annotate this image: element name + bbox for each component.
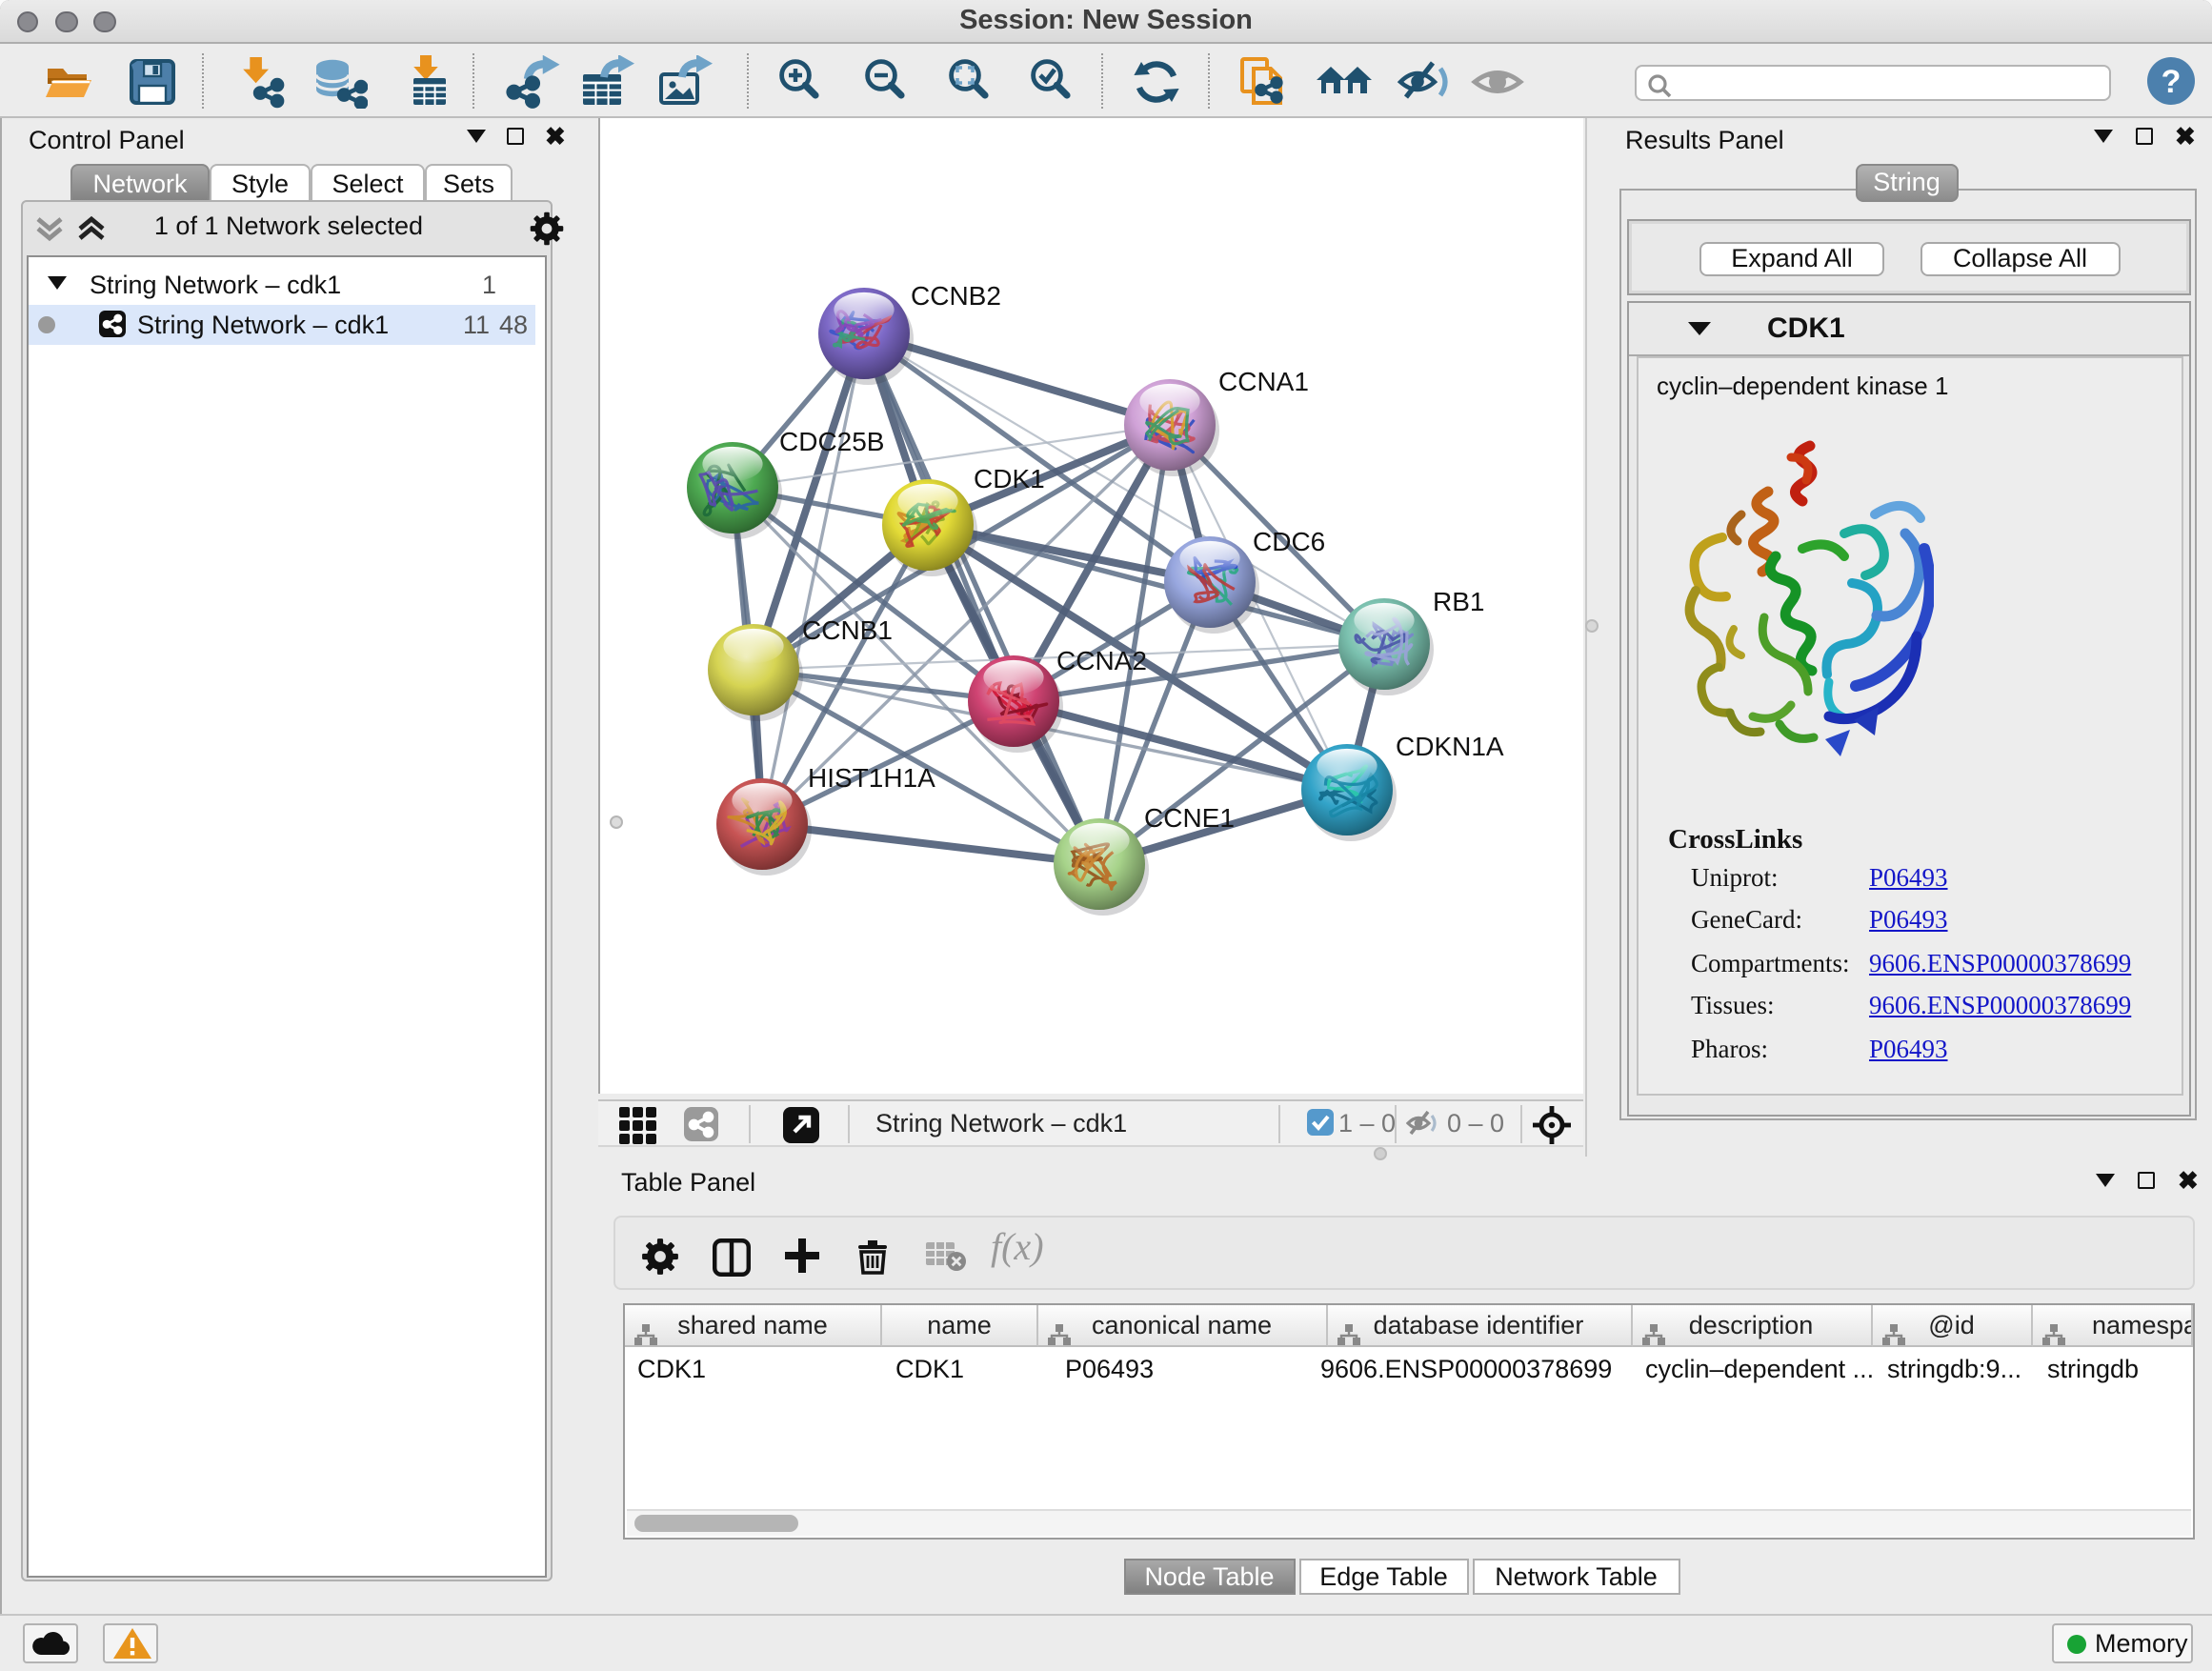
svg-text:CCNA1: CCNA1 [1217,367,1308,396]
svg-text:CDC25B: CDC25B [778,427,883,456]
svg-text:CCNA2: CCNA2 [1056,646,1146,675]
svg-text:RB1: RB1 [1432,587,1483,616]
svg-text:CDC6: CDC6 [1252,527,1324,556]
svg-text:CDKN1A: CDKN1A [1395,732,1503,761]
svg-text:HIST1H1A: HIST1H1A [807,763,935,793]
svg-text:CCNB1: CCNB1 [801,615,892,645]
svg-text:?: ? [2162,63,2182,99]
svg-text:CDK1: CDK1 [973,464,1044,493]
svg-text:CCNB2: CCNB2 [910,281,1000,311]
svg-text:CCNE1: CCNE1 [1143,803,1234,833]
